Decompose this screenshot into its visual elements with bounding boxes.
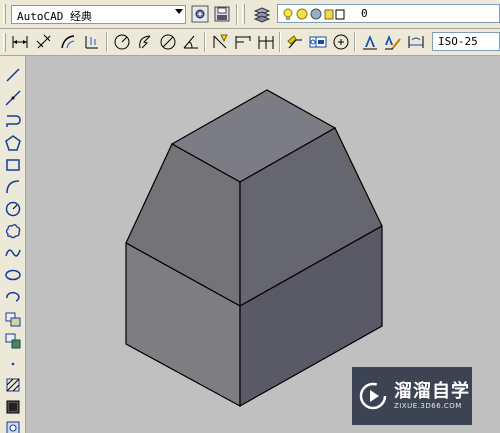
model-space-canvas[interactable]: 溜溜自学 ZIXUE.3D66.COM [26,56,500,433]
separator [236,4,238,25]
leader-icon [287,35,302,49]
polyline-icon [6,115,21,127]
separator [204,32,206,52]
layer-manager-button[interactable] [252,4,272,24]
separator [354,32,356,52]
dim-text-edit-icon [385,35,401,50]
workspace-settings-button[interactable] [190,4,210,24]
aligned-dim-icon [36,34,51,49]
jogged-dimension-button[interactable] [135,32,155,52]
dimension-style-value: ISO-25 [438,35,478,48]
hatch-icon [6,378,20,392]
linear-dim-icon [12,36,28,48]
construction-line-button[interactable] [3,88,23,108]
baseline-dimension-button[interactable] [233,32,253,52]
ordinate-dimension-button[interactable] [82,32,102,52]
circle-button[interactable] [3,199,23,219]
center-mark-icon [333,34,349,50]
arc-button[interactable] [3,177,23,197]
layer-combo[interactable]: 0 [277,4,500,23]
watermark-badge: 溜溜自学 ZIXUE.3D66.COM [352,367,472,425]
region-icon [6,421,20,433]
baseline-icon [235,36,251,49]
workspace-combo-value: AutoCAD 经典 [17,10,92,23]
watermark-subtitle: ZIXUE.3D66.COM [394,401,462,410]
arc-icon [6,180,20,194]
watermark-text: 溜溜自学 ZIXUE.3D66.COM [394,380,470,411]
dimension-edit-button[interactable] [360,32,380,52]
make-block-button[interactable] [3,331,23,351]
watermark-title: 溜溜自学 [394,380,470,402]
separator [279,32,281,52]
revision-cloud-button[interactable] [3,221,23,241]
linear-dimension-button[interactable] [10,32,30,52]
continue-icon [258,36,274,49]
circle-icon [5,201,21,217]
dimension-update-button[interactable] [406,32,426,52]
gradient-button[interactable] [3,397,23,417]
layer-state-icons [283,8,345,20]
layer-combo-value: 0 [361,7,368,20]
play-logo-icon [359,382,387,410]
save-workspace-icon [214,6,230,22]
radius-dimension-button[interactable] [112,32,132,52]
dimension-text-edit-button[interactable] [383,32,403,52]
workspace-layer-toolbar: AutoCAD 经典 0 [0,0,500,29]
point-button[interactable] [3,353,23,373]
revision-cloud-icon [5,224,21,239]
rectangle-icon [6,159,20,171]
region-button[interactable] [3,418,23,433]
dimension-toolbar: ISO-25 [0,29,500,56]
chevron-down-icon[interactable] [175,9,183,14]
ordinate-dim-icon [85,36,98,49]
polygon-icon [5,135,21,151]
line-tool-button[interactable] [3,65,23,85]
line-icon [6,68,20,82]
make-block-icon [5,333,21,349]
toolbar-grip[interactable] [242,4,245,24]
insert-block-icon [5,312,21,327]
arc-length-button[interactable] [58,32,78,52]
layers-icon [253,7,271,23]
workspace-combo[interactable]: AutoCAD 经典 [11,5,186,24]
save-workspace-button[interactable] [212,4,232,24]
tolerance-icon [309,36,327,48]
point-icon [11,362,15,366]
polyline-button[interactable] [3,111,23,131]
ellipse-arc-button[interactable] [3,287,23,307]
aligned-dimension-button[interactable] [34,32,54,52]
diameter-icon [160,34,176,50]
arc-length-icon [61,35,75,49]
draw-toolbar [0,56,26,433]
quick-dim-icon [213,34,228,49]
separator [106,32,108,52]
jogged-icon [139,35,151,49]
diameter-dimension-button[interactable] [158,32,178,52]
tolerance-button[interactable] [308,32,328,52]
ellipse-button[interactable] [3,265,23,285]
quick-leader-button[interactable] [285,32,305,52]
gear-icon [191,5,209,23]
dim-edit-icon [363,35,377,50]
spline-button[interactable] [3,243,23,263]
hatch-button[interactable] [3,375,23,395]
gradient-icon [6,400,20,414]
ellipse-icon [5,269,21,281]
angular-dimension-button[interactable] [181,32,201,52]
ellipse-arc-icon [6,291,20,302]
toolbar-grip[interactable] [3,33,6,52]
construction-line-icon [5,90,21,106]
rectangle-button[interactable] [3,155,23,175]
insert-block-button[interactable] [3,309,23,329]
center-mark-button[interactable] [331,32,351,52]
dim-update-icon [408,36,424,48]
radius-icon [114,34,130,50]
dimension-style-combo[interactable]: ISO-25 [432,32,500,51]
continue-dimension-button[interactable] [256,32,276,52]
spline-icon [5,249,21,257]
quick-dimension-button[interactable] [210,32,230,52]
polygon-button[interactable] [3,133,23,153]
toolbar-grip[interactable] [3,4,6,24]
angular-icon [183,35,198,49]
